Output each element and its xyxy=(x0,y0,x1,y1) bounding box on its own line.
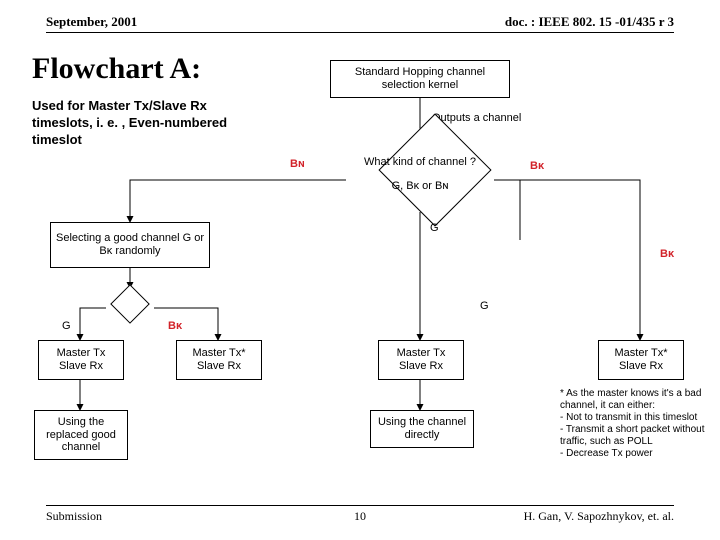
bn-label: Bɴ xyxy=(290,158,305,170)
header-date: September, 2001 xyxy=(46,14,137,30)
asterisk-note: * As the master knows it's a bad channel… xyxy=(560,388,710,460)
bk-label-small: Bᴋ xyxy=(168,320,182,332)
bk-label-far: Bᴋ xyxy=(660,248,674,260)
bk-label-top: Bᴋ xyxy=(530,160,544,172)
note-replaced: Using the replaced good channel xyxy=(34,410,128,460)
action-box-3: Master Tx Slave Rx xyxy=(378,340,464,380)
decision-g-or-bk xyxy=(106,288,154,328)
header-rule xyxy=(46,32,674,33)
g-label-main: G xyxy=(430,222,439,234)
action-box-2: Master Tx* Slave Rx xyxy=(176,340,262,380)
header-docnum: doc. : IEEE 802. 15 -01/435 r 3 xyxy=(505,14,674,30)
footer-authors: H. Gan, V. Sapozhnykov, et. al. xyxy=(524,509,674,524)
action-box-1: Master Tx Slave Rx xyxy=(38,340,124,380)
slide-subtitle: Used for Master Tx/Slave Rx timeslots, i… xyxy=(32,98,252,149)
note-direct: Using the channel directly xyxy=(370,410,474,448)
g-label-small: G xyxy=(62,320,71,332)
decision-channel-kind: What kind of channel ? G, Bᴋ or Bɴ xyxy=(346,148,494,212)
select-good-channel-box: Selecting a good channel G or Bᴋ randoml… xyxy=(50,222,210,268)
action-box-4: Master Tx* Slave Rx xyxy=(598,340,684,380)
outputs-label: Outputs a channel xyxy=(432,112,521,124)
kernel-box: Standard Hopping channel selection kerne… xyxy=(330,60,510,98)
g-label-side: G xyxy=(480,300,489,312)
footer-rule xyxy=(46,505,674,506)
slide-title: Flowchart A: xyxy=(32,52,201,86)
